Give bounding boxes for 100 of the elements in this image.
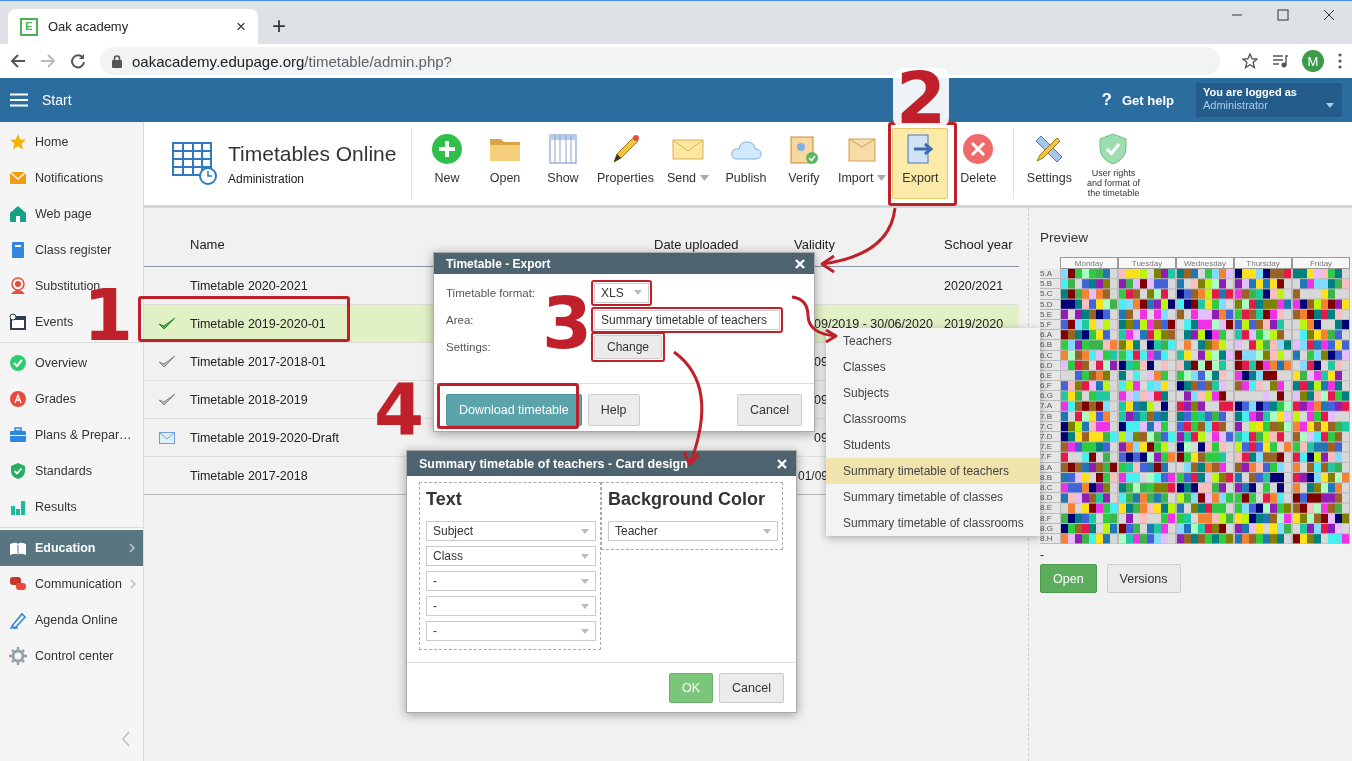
dialog-button[interactable]: Help [587,394,640,426]
sidebar-item[interactable]: Overview [0,345,92,381]
select-field[interactable]: - [426,571,596,591]
dialog-button[interactable]: Cancel [719,673,784,703]
tab-title: Oak academy [48,19,130,34]
caret-icon [581,553,589,559]
sidebar-item[interactable]: Agenda Online [0,602,122,638]
sidebar-item[interactable]: Results [0,489,81,525]
select-field[interactable]: Subject [426,521,596,541]
column-header[interactable]: Date uploaded [654,236,794,252]
day-header: Tuesday [1118,257,1176,269]
dialog-title: Timetable - Export [446,256,551,271]
chevron-icon [129,579,136,589]
reload-icon [70,53,86,69]
field-label: Area: [446,313,474,326]
class-label: 7.A [1040,401,1060,412]
notebook-icon [9,241,27,259]
shield-check-icon [1097,133,1130,165]
sidebar-item[interactable]: Grades [0,381,80,417]
dropdown-option[interactable]: Summary timetable of teachers [826,458,1040,484]
login-dropdown[interactable]: You are logged as Administrator [1196,83,1342,117]
pen-icon [9,611,27,629]
bar-chart-icon [9,498,27,516]
sidebar-item[interactable]: Plans & Prepar… [0,417,136,453]
calendar-icon [9,313,27,331]
toolbar-button[interactable]: Publish [718,128,774,199]
toolbar-button[interactable]: Send [660,128,716,199]
caret-icon [581,528,589,534]
playlist-icon [1272,53,1288,69]
day-header: Friday [1292,257,1350,269]
back-arrow-icon [10,53,26,69]
plus-circle-icon [431,133,463,165]
toolbar-button[interactable]: Open [477,128,533,199]
shield-icon [9,462,27,480]
dropdown-option[interactable]: Summary timetable of classes [826,484,1040,510]
class-label: 5.E [1040,309,1060,320]
start-menu-label[interactable]: Start [42,92,72,108]
sidebar-item[interactable]: Standards [0,453,96,489]
select-field[interactable]: XLS [594,282,649,303]
sidebar-item[interactable]: Notifications [0,160,108,196]
caret-icon [1326,103,1334,108]
field-label: Settings: [446,340,491,353]
module-subtitle: Administration [228,171,306,186]
favicon: E [20,17,38,36]
column-header[interactable]: Validity [794,236,944,252]
browser-tab[interactable]: E Oak academy × [8,9,258,44]
table-cell: 2019/2020 [944,316,1004,331]
caret-icon [700,175,710,181]
gear-icon [9,647,27,665]
sidebar-item[interactable]: Class register [0,232,116,268]
change-button[interactable]: Change [594,334,663,359]
grade-icon [9,390,27,408]
panel-heading: Background Color [608,489,766,510]
help-link[interactable]: Get help [1122,92,1174,108]
sidebar-item[interactable]: Web page [0,196,96,232]
toolbar-button[interactable]: Properties [593,128,658,199]
dropdown-option[interactable]: Subjects [826,380,1040,406]
sidebar-item[interactable]: Home [0,124,73,160]
tab-close-button[interactable]: × [236,16,246,37]
close-icon [1323,9,1335,21]
preview-button[interactable]: Versions [1106,564,1181,594]
profile-avatar[interactable]: M [1302,50,1324,72]
sidebar-item[interactable]: Control center [0,638,118,674]
caret-icon [581,628,589,634]
dropdown-option[interactable]: Classes [826,354,1040,380]
select-field[interactable]: Class [426,546,596,566]
caret-icon [633,290,642,295]
panel-heading: Text [426,489,463,510]
check-icon [158,392,176,407]
toolbar-button[interactable]: Import [834,128,891,199]
column-header[interactable]: Name [190,236,654,252]
star-icon [9,133,27,151]
dropdown-option[interactable]: Summary timetable of classrooms [826,510,1040,536]
sidebar-item[interactable]: Events [0,304,78,340]
toolbar-button[interactable]: Show [535,128,591,199]
new-tab-button[interactable]: + [272,12,286,40]
check-circle-icon [9,354,27,372]
select-field[interactable]: - [426,621,596,641]
toolbar-button[interactable]: Verify [776,128,832,199]
toolbar-button[interactable]: Settings [1021,128,1078,199]
caret-icon [581,603,589,609]
help-mark[interactable]: ? [1101,90,1112,110]
sidebar-item[interactable]: Education [0,530,143,566]
sidebar-item[interactable]: Communication [0,566,144,602]
table-cell: Timetable 2017-2018 [190,468,308,483]
toolbar-button[interactable]: Delete [950,128,1007,199]
day-header: Wednesday [1176,257,1234,269]
chat-bubbles-icon [9,575,27,593]
toolbar-button[interactable]: New [419,128,475,199]
select-field[interactable]: Summary timetable of teachers [594,309,780,330]
close-icon [777,458,787,469]
toolbar-button[interactable]: Export [892,128,949,199]
select-field[interactable]: - [426,596,596,616]
select-field[interactable]: Teacher [608,521,778,541]
toolbar-button[interactable]: User rights and format of the timetable [1079,128,1148,199]
dialog-button[interactable]: Cancel [737,394,802,426]
preview-note: - [1040,548,1045,563]
column-header[interactable]: School year [944,236,1019,252]
more-options-icon [1338,53,1342,69]
table-cell: Timetable 2019-2020-Draft [190,430,339,445]
